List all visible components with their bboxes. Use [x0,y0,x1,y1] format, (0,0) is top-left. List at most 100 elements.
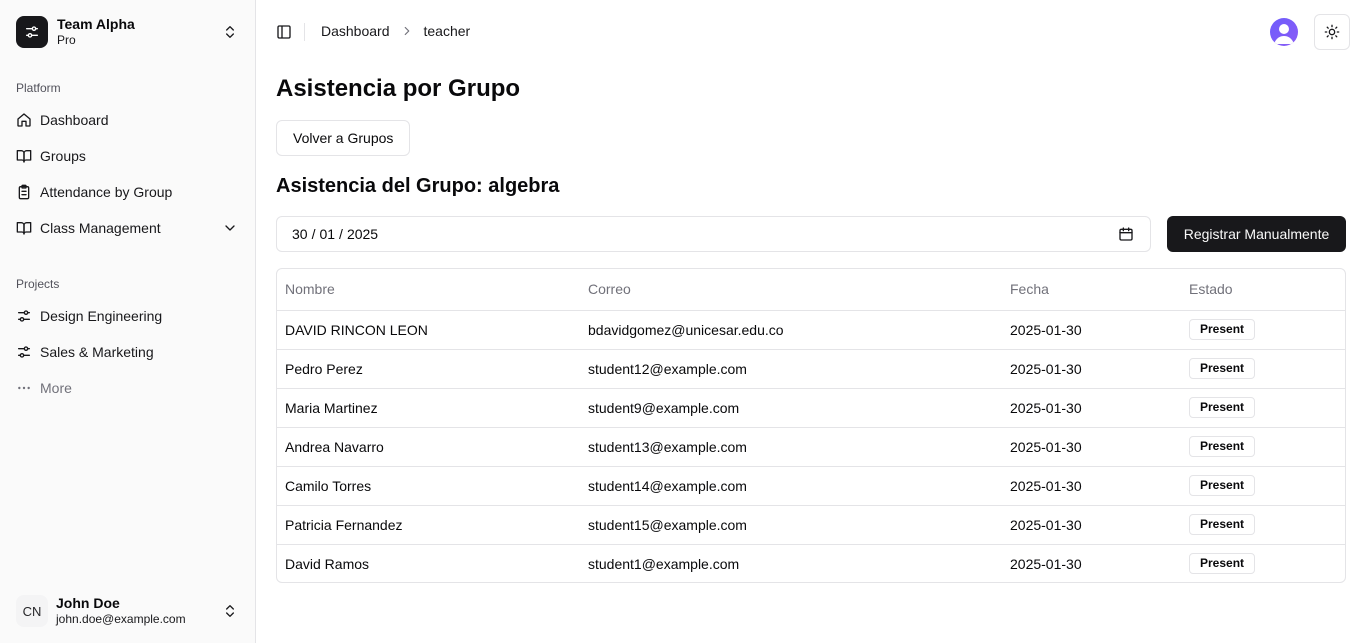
team-plan: Pro [57,33,76,47]
user-icon [1274,24,1294,44]
breadcrumb-dashboard-link[interactable]: Dashboard [321,23,390,39]
cell-email: student13@example.com [580,427,1002,467]
sidebar-item-label: Dashboard [40,112,109,128]
date-separator: / [339,226,343,242]
table-header-row: Nombre Correo Fecha Estado [277,269,1345,311]
sidebar-item-class-management[interactable]: Class Management [8,212,248,244]
cell-date: 2025-01-30 [1002,466,1181,506]
cell-date: 2025-01-30 [1002,388,1181,428]
cell-name: Maria Martinez [277,388,580,428]
table-row: Camilo Torres student14@example.com 2025… [277,466,1345,506]
sliders-icon [26,26,38,38]
sidebar: Team Alpha Pro Platform Dashboard Groups… [0,0,256,643]
cell-name: David Ramos [285,555,370,572]
date-day[interactable]: 30 [292,226,308,242]
sidebar-item-label: More [40,380,72,396]
table-row: DAVID RINCON LEON bdavidgomez@unicesar.e… [277,310,1345,350]
clipboard-icon [16,184,32,200]
table-row: Pedro Perez student12@example.com 2025-0… [277,349,1345,389]
cell-status: Present [1181,349,1345,389]
date-month[interactable]: 01 [319,226,335,242]
profile-avatar[interactable] [1270,18,1298,46]
panel-left-icon [277,25,291,39]
column-header-estado: Estado [1181,269,1345,311]
register-manually-button[interactable]: Registrar Manualmente [1167,216,1346,252]
user-name: John Doe [56,595,120,611]
user-menu[interactable]: CN John Doe john.doe@example.com [8,587,248,635]
cell-date: 2025-01-30 [1002,349,1181,389]
table-row: Patricia Fernandez student15@example.com… [277,505,1345,545]
book-icon [16,220,32,236]
cell-name: Patricia Fernandez [277,505,580,545]
chevron-right-icon [400,24,414,38]
sun-icon [1324,24,1340,40]
sidebar-item-groups[interactable]: Groups [8,140,248,172]
cell-date: 2025-01-30 [1002,505,1181,545]
status-badge: Present [1189,397,1256,418]
back-to-groups-button[interactable]: Volver a Grupos [276,120,411,156]
team-name: Team Alpha [57,16,135,32]
sidebar-item-sales-marketing[interactable]: Sales & Marketing [8,336,248,368]
sidebar-item-label: Class Management [40,220,161,236]
sidebar-item-design-engineering[interactable]: Design Engineering [8,300,248,332]
cell-status: Present [1181,466,1345,506]
book-icon [16,148,32,164]
cell-status: Present [1181,427,1345,467]
table-row: David Ramos student1@example.com 2025-01… [277,544,1345,582]
column-header-fecha: Fecha [1002,269,1181,311]
sliders-icon [16,308,32,324]
sidebar-toggle-button[interactable] [272,20,296,44]
calendar-icon[interactable] [1118,226,1134,245]
chevrons-up-down-icon [222,24,238,45]
date-year[interactable]: 2025 [347,226,378,242]
attendance-table: Nombre Correo Fecha Estado DAVID RINCON … [276,268,1346,583]
team-logo [16,16,48,48]
sidebar-item-label: Attendance by Group [40,184,173,200]
cell-email: student12@example.com [580,349,1002,389]
sidebar-item-attendance-by-group[interactable]: Attendance by Group [8,176,248,208]
cell-date: 2025-01-30 [1002,310,1181,350]
date-separator: / [311,226,316,242]
breadcrumb-current: teacher [423,23,471,39]
sidebar-item-dashboard[interactable]: Dashboard [8,104,248,136]
status-badge: Present [1189,319,1256,340]
top-header: Dashboard teacher [256,0,1366,64]
cell-status: Present [1181,544,1345,582]
cell-email: student15@example.com [580,505,1002,545]
cell-status: Present [1181,310,1345,350]
cell-name: Andrea Navarro [277,427,580,467]
cell-email: student9@example.com [580,388,1002,428]
cell-email: student1@example.com [588,555,740,572]
table-row: Andrea Navarro student13@example.com 202… [277,427,1345,467]
cell-date: 2025-01-30 [1002,427,1181,467]
chevron-down-icon [222,220,238,239]
page-title: Asistencia por Grupo [276,75,521,102]
home-icon [16,112,32,128]
cell-email: student14@example.com [580,466,1002,506]
status-badge: Present [1189,436,1256,457]
avatar: CN [16,595,48,627]
cell-email: bdavidgomez@unicesar.edu.co [580,310,1002,350]
ellipsis-icon [16,380,32,396]
status-badge: Present [1189,475,1256,496]
theme-toggle-button[interactable] [1314,14,1350,50]
group-attendance-title: Asistencia del Grupo: algebra [276,175,560,197]
cell-name: DAVID RINCON LEON [277,310,580,350]
cell-name: Camilo Torres [277,466,580,506]
cell-name: Pedro Perez [277,349,580,389]
status-badge: Present [1189,553,1256,575]
header-divider [304,23,305,41]
sidebar-item-label: Sales & Marketing [40,344,154,360]
cell-status: Present [1181,388,1345,428]
breadcrumb: Dashboard teacher [321,23,470,39]
column-header-nombre: Nombre [277,269,580,311]
sidebar-item-more[interactable]: More [8,372,248,404]
sidebar-item-label: Groups [40,148,86,164]
status-badge: Present [1189,514,1256,535]
cell-date: 2025-01-30 [1010,555,1082,572]
projects-group-label: Projects [16,277,60,291]
date-input[interactable]: 30 / 01 / 2025 [276,216,1151,252]
table-row: Maria Martinez student9@example.com 2025… [277,388,1345,428]
team-switcher[interactable]: Team Alpha Pro [8,8,248,56]
sidebar-item-label: Design Engineering [40,308,163,324]
